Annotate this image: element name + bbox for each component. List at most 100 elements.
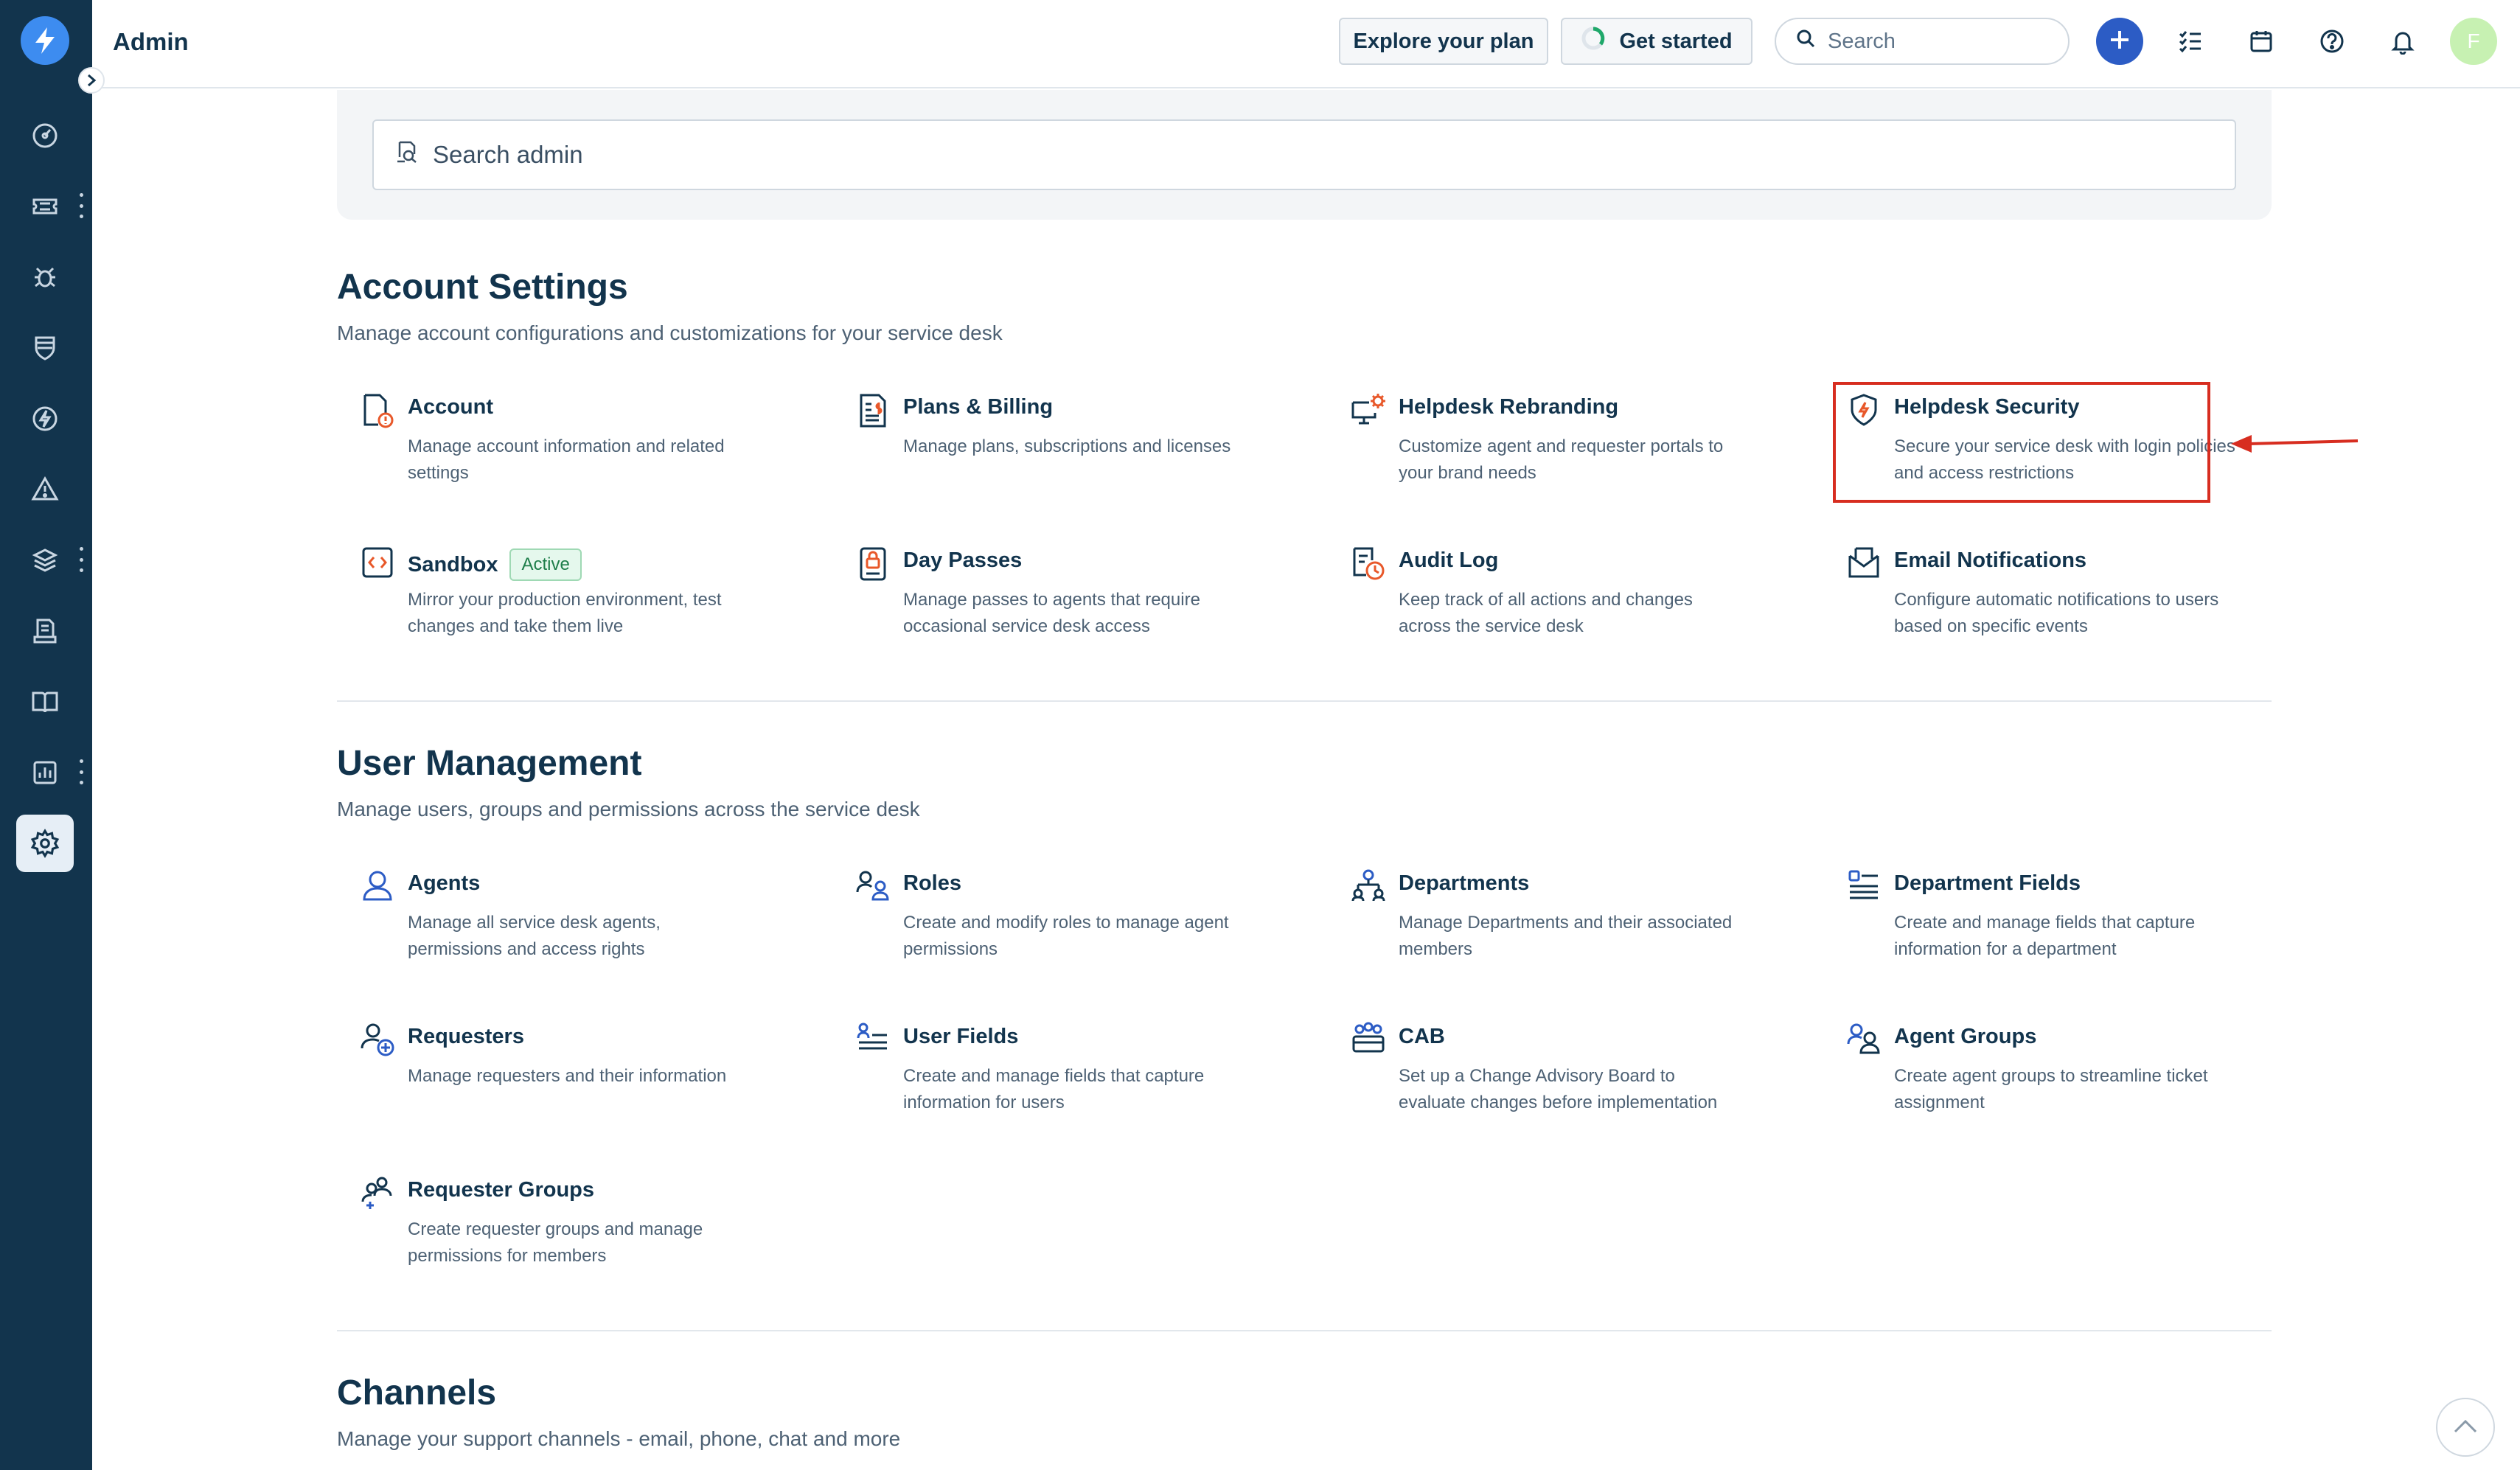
freshservice-logo[interactable]	[21, 16, 69, 65]
tile-title: Sandbox Active	[408, 548, 582, 581]
status-badge: Active	[509, 548, 582, 581]
help-icon[interactable]	[2308, 18, 2356, 65]
tile-description: Configure automatic notifications to use…	[1894, 590, 2219, 636]
email-inbox-icon	[1845, 546, 1882, 582]
explore-plan-button[interactable]: Explore your plan	[1339, 18, 1548, 65]
departments-hierarchy-icon	[1350, 868, 1387, 905]
tile-description: Manage plans, subscriptions and licenses	[903, 436, 1231, 456]
tile-title-text: Agents	[408, 871, 481, 895]
notifications-bell-icon[interactable]	[2379, 18, 2426, 65]
requester-groups-icon	[359, 1175, 396, 1212]
get-started-button[interactable]: Get started	[1561, 18, 1752, 65]
global-search-input[interactable]: Search	[1775, 18, 2070, 65]
tickets-icon[interactable]	[16, 178, 74, 235]
roles-users-icon	[854, 868, 891, 905]
tile-description: Keep track of all actions and changes ac…	[1399, 590, 1693, 636]
account-settings-subtitle: Manage account configurations and custom…	[337, 321, 1003, 344]
tile-title-text: Day Passes	[903, 548, 1023, 572]
calendar-icon[interactable]	[2238, 18, 2285, 65]
tile-title: Agents	[408, 871, 480, 896]
tile-description: Create and manage fields that capture in…	[1894, 913, 2196, 959]
cab-board-icon	[1350, 1022, 1387, 1059]
admin-settings-icon[interactable]	[16, 815, 74, 872]
tile-title: CAB	[1399, 1025, 1445, 1049]
todo-list-icon[interactable]	[2167, 18, 2214, 65]
department-fields-icon	[1845, 868, 1882, 905]
agent-groups-icon	[1845, 1022, 1882, 1059]
tile-description: Manage requesters and their information	[408, 1066, 727, 1086]
tile-title-text: Audit Log	[1399, 548, 1499, 572]
tile-title-text: Helpdesk Rebranding	[1399, 395, 1619, 419]
tile-description: Manage account information and related s…	[408, 436, 725, 483]
tile-title-text: User Fields	[903, 1025, 1019, 1048]
progress-ring-icon	[1581, 26, 1606, 57]
changes-icon[interactable]	[16, 319, 74, 377]
sidebar-expand-button[interactable]	[78, 67, 105, 94]
analytics-icon[interactable]	[16, 744, 74, 801]
tile-description: Mirror your production environment, test…	[408, 590, 722, 636]
knowledge-base-icon[interactable]	[16, 673, 74, 731]
tile-title-text: Department Fields	[1894, 871, 2081, 895]
tile-title-text: Roles	[903, 871, 961, 895]
user-fields-icon	[854, 1022, 891, 1059]
tile-title-text: Departments	[1399, 871, 1530, 895]
tile-title-text: Requesters	[408, 1025, 524, 1048]
avatar-initial: F	[2467, 29, 2480, 52]
highlight-box	[1833, 382, 2210, 503]
tile-title: User Fields	[903, 1025, 1018, 1049]
page-title: Admin	[113, 28, 189, 55]
tile-description: Create and manage fields that capture in…	[903, 1066, 1205, 1112]
audit-log-icon	[1350, 546, 1387, 582]
user-management-title: User Management	[337, 744, 642, 783]
tickets-more-icon[interactable]	[77, 193, 86, 218]
admin-search-placeholder: Search admin	[433, 141, 583, 168]
annotation-arrow	[2227, 428, 2359, 461]
rebranding-monitor-icon	[1350, 392, 1387, 429]
global-search-placeholder: Search	[1828, 29, 1896, 53]
scroll-to-top-button[interactable]	[2436, 1398, 2495, 1457]
tile-title: Audit Log	[1399, 548, 1498, 573]
section-divider	[337, 700, 2272, 702]
tile-title: Department Fields	[1894, 871, 2081, 896]
analytics-more-icon[interactable]	[77, 759, 86, 784]
admin-search-icon	[394, 139, 420, 170]
user-management-subtitle: Manage users, groups and permissions acr…	[337, 798, 920, 821]
tile-title: Plans & Billing	[903, 395, 1053, 419]
search-icon	[1795, 28, 1816, 55]
day-pass-icon	[854, 546, 891, 582]
channels-subtitle: Manage your support channels - email, ph…	[337, 1427, 901, 1450]
channels-title: Channels	[337, 1373, 497, 1412]
section-divider	[337, 1330, 2272, 1331]
account-settings-title: Account Settings	[337, 268, 628, 307]
tile-title: Roles	[903, 871, 961, 896]
new-item-button[interactable]	[2096, 18, 2143, 65]
dashboard-icon[interactable]	[16, 107, 74, 164]
billing-document-icon	[854, 392, 891, 429]
assets-more-icon[interactable]	[77, 547, 86, 572]
admin-search-panel: Search admin	[337, 90, 2272, 220]
tile-title: Requester Groups	[408, 1178, 594, 1202]
tile-description: Set up a Change Advisory Board to evalua…	[1399, 1066, 1718, 1112]
tile-description: Create agent groups to streamline ticket…	[1894, 1066, 2208, 1112]
user-avatar[interactable]: F	[2450, 18, 2497, 65]
tile-title: Day Passes	[903, 548, 1022, 573]
tile-description: Customize agent and requester portals to…	[1399, 436, 1724, 483]
agent-user-icon	[359, 868, 396, 905]
plus-icon	[2108, 28, 2131, 55]
chevron-up-icon	[2452, 1417, 2479, 1438]
tile-description: Manage passes to agents that require occ…	[903, 590, 1200, 636]
tile-title-text: Email Notifications	[1894, 548, 2087, 572]
assets-icon[interactable]	[16, 532, 74, 589]
problems-icon[interactable]	[16, 248, 74, 306]
tile-title: Requesters	[408, 1025, 524, 1049]
releases-icon[interactable]	[16, 390, 74, 447]
tile-title: Account	[408, 395, 493, 419]
account-icon	[359, 392, 396, 429]
admin-search-input[interactable]: Search admin	[372, 119, 2236, 190]
tile-title: Helpdesk Rebranding	[1399, 395, 1618, 419]
solutions-icon[interactable]	[16, 602, 74, 660]
tile-title: Departments	[1399, 871, 1529, 896]
requester-add-icon	[359, 1022, 396, 1059]
alerts-icon[interactable]	[16, 461, 74, 518]
tile-description: Manage all service desk agents, permissi…	[408, 913, 661, 959]
